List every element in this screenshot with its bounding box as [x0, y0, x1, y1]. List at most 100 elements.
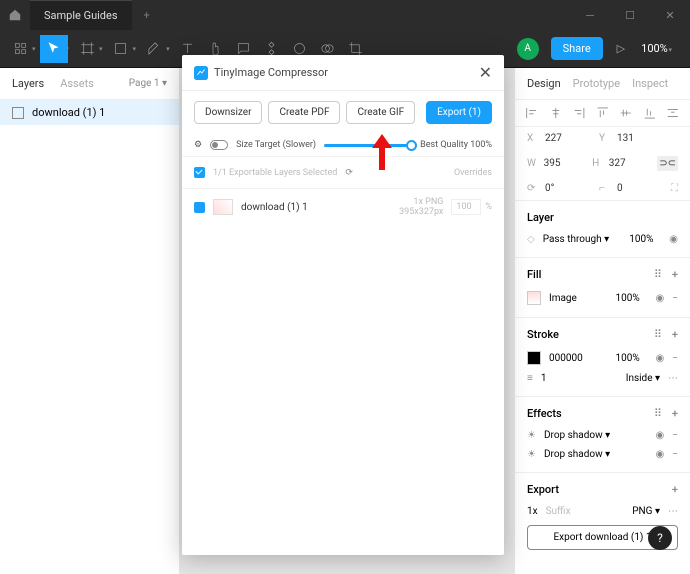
align-left-icon[interactable]	[525, 106, 539, 120]
modal-title: TinyImage Compressor	[214, 66, 328, 79]
eye-icon[interactable]: ◉	[656, 353, 665, 364]
item-quality-input[interactable]: 100	[451, 199, 481, 215]
eye-icon[interactable]: ◉	[656, 449, 665, 460]
export-button[interactable]: Export (1)	[426, 101, 492, 124]
eye-icon[interactable]: ◉	[656, 293, 665, 304]
help-button[interactable]: ?	[648, 526, 672, 550]
distribute-icon[interactable]	[666, 106, 680, 120]
export-suffix-input[interactable]: Suffix	[546, 506, 625, 517]
select-all-checkbox[interactable]	[194, 167, 205, 178]
corner-input[interactable]: 0	[617, 183, 665, 194]
style-icon[interactable]: ⠿	[654, 328, 662, 341]
plus-icon[interactable]: +	[672, 268, 678, 281]
plus-icon[interactable]: +	[672, 483, 678, 496]
effect-select[interactable]: Drop shadow ▾	[544, 430, 648, 441]
fill-swatch[interactable]	[527, 291, 541, 305]
design-tab[interactable]: Design	[527, 77, 561, 90]
file-tab[interactable]: Sample Guides	[30, 0, 132, 30]
h-input[interactable]: 327	[609, 158, 652, 169]
settings-icon[interactable]: ⚙	[194, 140, 202, 150]
effect-icon[interactable]: ☀	[527, 430, 536, 441]
layer-row[interactable]: download (1) 1	[0, 100, 179, 125]
share-button[interactable]: Share	[551, 37, 603, 60]
pen-tool-icon[interactable]	[140, 35, 168, 63]
export-format-select[interactable]: PNG ▾	[632, 506, 660, 517]
refresh-icon[interactable]: ⟳	[345, 168, 353, 178]
stroke-width-input[interactable]: 1	[541, 373, 618, 384]
plus-icon[interactable]: +	[672, 407, 678, 420]
minus-icon[interactable]: −	[672, 293, 678, 304]
fill-opacity-input[interactable]: 100%	[616, 293, 648, 304]
quality-slider[interactable]	[324, 144, 412, 147]
selection-count: 1/1 Exportable Layers Selected	[213, 168, 337, 178]
effect-icon[interactable]: ☀	[527, 449, 536, 460]
overrides-link[interactable]: Overrides	[454, 168, 492, 178]
stroke-position-select[interactable]: Inside ▾	[626, 373, 660, 384]
toggle-switch[interactable]	[210, 140, 228, 150]
x-input[interactable]: 227	[545, 133, 593, 144]
avatar[interactable]: A	[517, 38, 539, 60]
layer-name: download (1) 1	[32, 106, 105, 119]
style-icon[interactable]: ⠿	[654, 407, 662, 420]
new-tab-icon[interactable]: +	[132, 9, 162, 22]
y-input[interactable]: 131	[617, 133, 665, 144]
downsizer-button[interactable]: Downsizer	[194, 101, 262, 124]
inspect-tab[interactable]: Inspect	[632, 77, 668, 90]
assets-tab[interactable]: Assets	[60, 77, 94, 90]
close-icon[interactable]: ✕	[479, 63, 492, 82]
link-icon[interactable]: ⊃⊂	[657, 156, 678, 171]
w-input[interactable]: 395	[544, 158, 587, 169]
maximize-icon[interactable]: ☐	[610, 0, 650, 30]
layer-opacity-input[interactable]: 100%	[629, 234, 661, 245]
shape-tool-icon[interactable]	[107, 35, 135, 63]
style-icon[interactable]: ⠿	[654, 268, 662, 281]
move-tool-icon[interactable]	[40, 35, 68, 63]
minus-icon[interactable]: −	[672, 430, 678, 441]
item-name: download (1) 1	[241, 202, 308, 213]
plugin-modal: TinyImage Compressor ✕ Downsizer Create …	[182, 55, 504, 555]
rotation-input[interactable]: 0°	[545, 183, 593, 194]
page-selector[interactable]: Page 1 ▾	[129, 78, 167, 89]
prototype-tab[interactable]: Prototype	[573, 77, 620, 90]
stroke-swatch[interactable]	[527, 351, 541, 365]
home-icon[interactable]	[0, 0, 30, 30]
minus-icon[interactable]: −	[672, 353, 678, 364]
eye-icon[interactable]: ◉	[656, 430, 665, 441]
right-panel: Design Prototype Inspect X227Y131 W395H3…	[514, 68, 690, 574]
layers-tab[interactable]: Layers	[12, 77, 44, 90]
align-top-icon[interactable]	[596, 106, 610, 120]
item-meta: 1x PNG 395x327px	[399, 197, 443, 217]
more-icon[interactable]: ⋯	[668, 506, 678, 517]
slider-high-label: Best Quality 100%	[420, 140, 492, 150]
create-gif-button[interactable]: Create GIF	[346, 101, 415, 124]
blend-mode-select[interactable]: Pass through ▾	[543, 234, 622, 245]
fill-type[interactable]: Image	[549, 293, 608, 304]
export-scale-select[interactable]: 1x	[527, 506, 538, 517]
align-hcenter-icon[interactable]	[549, 106, 563, 120]
align-vcenter-icon[interactable]	[619, 106, 633, 120]
more-icon[interactable]: ⋯	[668, 373, 678, 384]
zoom-level[interactable]: 100% ▾	[641, 42, 676, 55]
eye-icon[interactable]: ◉	[669, 234, 678, 245]
frame-tool-icon[interactable]	[73, 35, 101, 63]
minus-icon[interactable]: −	[672, 449, 678, 460]
effect-select[interactable]: Drop shadow ▾	[544, 449, 648, 460]
stroke-color-input[interactable]: 000000	[549, 353, 608, 364]
create-pdf-button[interactable]: Create PDF	[268, 101, 340, 124]
stroke-opacity-input[interactable]: 100%	[616, 353, 648, 364]
item-checkbox[interactable]	[194, 202, 205, 213]
export-item-row[interactable]: download (1) 1 1x PNG 395x327px 100 %	[182, 189, 504, 225]
align-right-icon[interactable]	[572, 106, 586, 120]
close-icon[interactable]: ✕	[650, 0, 690, 30]
slider-low-label: Size Target (Slower)	[236, 140, 316, 150]
present-icon[interactable]: ▷	[617, 42, 625, 55]
titlebar: Sample Guides + ─ ☐ ✕	[0, 0, 690, 30]
menu-icon[interactable]	[6, 35, 34, 63]
align-bottom-icon[interactable]	[643, 106, 657, 120]
expand-corner-icon[interactable]: ⛶	[671, 183, 678, 194]
plus-icon[interactable]: +	[672, 328, 678, 341]
align-tools	[515, 100, 690, 127]
left-panel: Layers Assets Page 1 ▾ download (1) 1	[0, 68, 180, 574]
layer-section-title: Layer	[527, 211, 554, 224]
minimize-icon[interactable]: ─	[570, 0, 610, 30]
